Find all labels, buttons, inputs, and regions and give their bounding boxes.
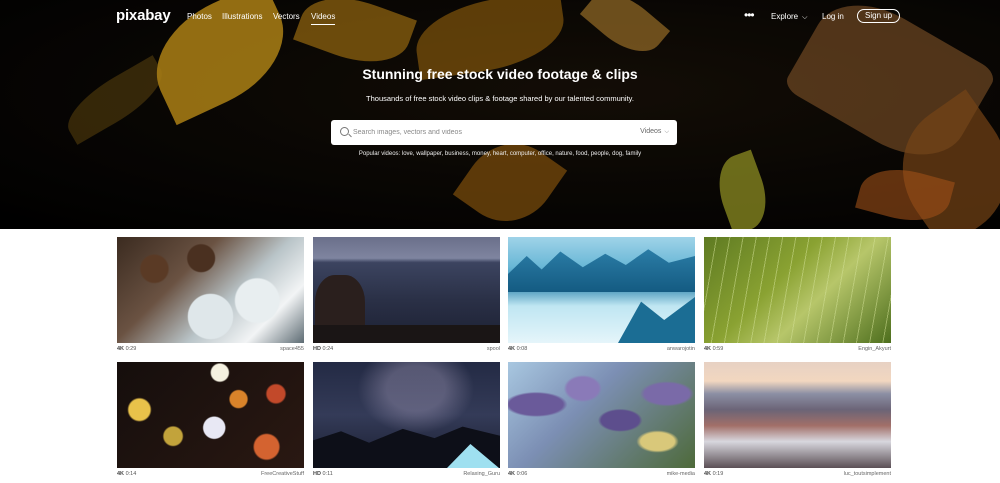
video-quality: 4K	[508, 346, 516, 352]
video-thumbnail[interactable]	[508, 237, 695, 343]
nav-vectors[interactable]: Vectors	[273, 12, 300, 21]
video-duration: 0:14	[125, 471, 137, 477]
video-duration: 0:08	[516, 346, 528, 352]
video-meta: 4K 0:59 Engin_Akyurt	[704, 346, 891, 356]
login-link[interactable]: Log in	[822, 12, 844, 21]
search-type-dropdown[interactable]: Videos ⌵	[640, 128, 669, 136]
video-meta: HD 0:11 Relaxing_Guru	[313, 471, 500, 481]
video-quality: 4K	[117, 346, 125, 352]
page-title: Stunning free stock video footage & clip…	[362, 66, 638, 82]
page-subtitle: Thousands of free stock video clips & fo…	[366, 94, 634, 103]
chevron-down-icon: ⌵	[802, 14, 808, 21]
video-user[interactable]: mike-media	[667, 471, 695, 477]
video-thumbnail[interactable]	[117, 362, 304, 468]
explore-label: Explore	[771, 12, 799, 21]
video-duration: 0:59	[712, 346, 724, 352]
explore-menu[interactable]: Explore ⌵	[771, 12, 807, 22]
thumbnail-mountains	[508, 249, 695, 292]
video-thumbnail[interactable]	[313, 362, 500, 468]
video-quality: 4K	[704, 346, 712, 352]
video-thumbnail[interactable]	[508, 362, 695, 468]
video-user[interactable]: luc_toutsimplement	[844, 471, 891, 477]
thumbnail-mountain	[618, 297, 695, 343]
video-duration: 0:11	[322, 471, 333, 477]
video-quality: HD	[313, 471, 321, 477]
video-meta: 4K 0:19 luc_toutsimplement	[704, 471, 891, 481]
search-type-label: Videos	[640, 128, 662, 135]
video-quality: HD	[313, 346, 321, 352]
video-user[interactable]: anwarojotin	[667, 346, 695, 352]
video-meta: 4K 0:08 anwarojotin	[508, 346, 695, 356]
nav-photos[interactable]: Photos	[187, 12, 212, 21]
video-thumbnail[interactable]	[117, 237, 304, 343]
search-icon[interactable]	[340, 127, 349, 136]
video-quality: 4K	[117, 471, 125, 477]
video-meta: 4K 0:29 space455	[117, 346, 304, 356]
video-meta: 4K 0:14 FreeCreativeStuff	[117, 471, 304, 481]
video-user[interactable]: FreeCreativeStuff	[261, 471, 304, 477]
more-horizontal-icon[interactable]: •••	[744, 8, 755, 22]
video-user[interactable]: space455	[280, 346, 304, 352]
video-user[interactable]: Engin_Akyurt	[858, 346, 891, 352]
video-user[interactable]: spool	[487, 346, 500, 352]
search-input[interactable]	[353, 125, 633, 140]
video-user[interactable]: Relaxing_Guru	[463, 471, 500, 477]
nav-videos[interactable]: Videos	[311, 12, 336, 25]
nav-illustrations[interactable]: Illustrations	[222, 12, 262, 21]
search-bar: Videos⌵	[331, 120, 677, 145]
video-duration: 0:24	[322, 346, 334, 352]
hero-overlay	[0, 0, 1000, 229]
video-thumbnail[interactable]	[313, 237, 500, 343]
hero-banner: pixabay Photos Illustrations Vectors Vid…	[0, 0, 1000, 229]
thumbnail-shore	[313, 325, 500, 343]
video-duration: 0:29	[125, 346, 137, 352]
video-quality: 4K	[508, 471, 516, 477]
pixabay-logo[interactable]: pixabay	[116, 7, 171, 24]
video-duration: 0:19	[712, 471, 724, 477]
video-meta: HD 0:24 spool	[313, 346, 500, 356]
signup-button[interactable]: Sign up	[857, 9, 901, 23]
video-thumbnail[interactable]	[704, 362, 891, 468]
top-navigation: pixabay Photos Illustrations Vectors Vid…	[0, 0, 1000, 34]
video-meta: 4K 0:06 mike-media	[508, 471, 695, 481]
video-quality: 4K	[704, 471, 712, 477]
video-duration: 0:06	[516, 471, 528, 477]
chevron-down-icon: ⌵	[664, 129, 669, 135]
popular-searches[interactable]: Popular videos: love, wallpaper, busines…	[0, 151, 1000, 157]
video-thumbnail[interactable]	[704, 237, 891, 343]
